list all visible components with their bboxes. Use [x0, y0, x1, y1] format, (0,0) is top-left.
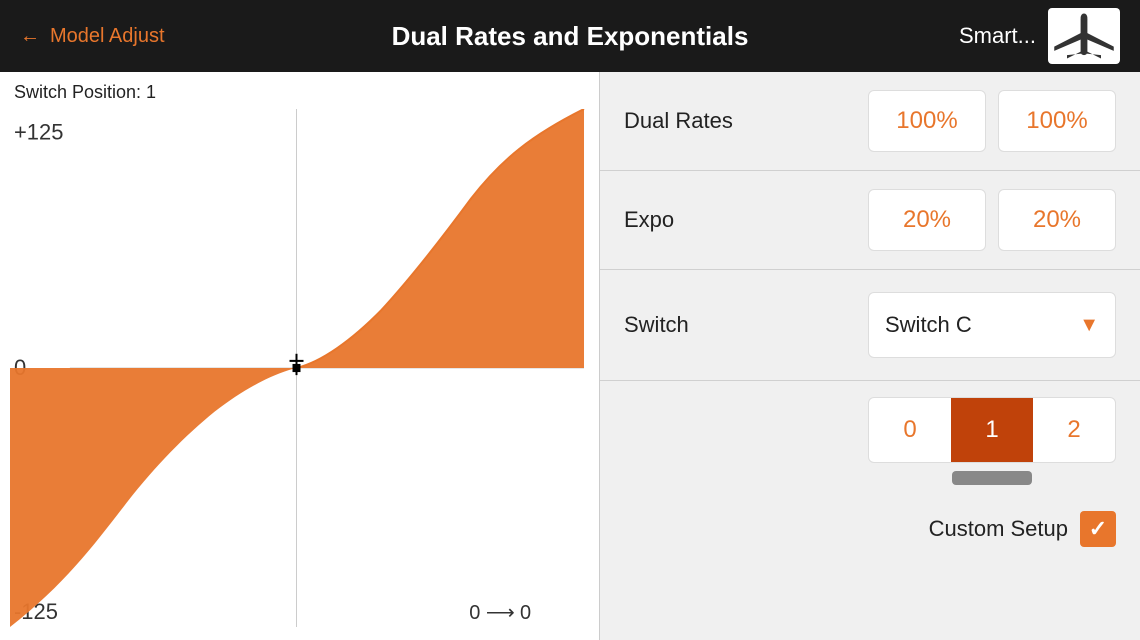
page-title: Dual Rates and Exponentials	[392, 21, 749, 52]
custom-setup-row: Custom Setup ✓	[600, 497, 1140, 561]
switch-dropdown-button[interactable]: Switch C ▼	[868, 292, 1116, 358]
dual-rates-value2[interactable]: 100%	[998, 90, 1116, 152]
switch-pos-1-button[interactable]: 1	[951, 398, 1033, 462]
dual-rates-row: Dual Rates 100% 100%	[600, 72, 1140, 171]
switch-selector-row: 0 1 2	[600, 381, 1140, 471]
custom-setup-label: Custom Setup	[929, 516, 1068, 542]
svg-text:0 ⟶ 0: 0 ⟶ 0	[469, 602, 531, 624]
expo-label: Expo	[624, 207, 784, 233]
dual-rates-label: Dual Rates	[624, 108, 784, 134]
switch-pos-2-button[interactable]: 2	[1033, 398, 1115, 462]
expo-row: Expo 20% 20%	[600, 171, 1140, 270]
switch-row: Switch Switch C ▼	[600, 270, 1140, 381]
dual-rates-value1[interactable]: 100%	[868, 90, 986, 152]
back-label: Model Adjust	[50, 25, 165, 48]
chart-area: +125 0 -125 0 ⟶ 0	[10, 109, 589, 627]
chart-panel: Switch Position: 1 +125 0 -125 0 ⟶ 0	[0, 72, 600, 640]
back-button[interactable]: ← Model Adjust	[20, 25, 165, 48]
back-arrow-icon: ←	[20, 25, 40, 48]
right-panel: Dual Rates 100% 100% Expo 20% 20% Switch…	[600, 72, 1140, 640]
switch-pos-0-button[interactable]: 0	[869, 398, 951, 462]
switch-label: Switch	[624, 312, 784, 338]
switch-indicator-bar	[952, 471, 1032, 485]
custom-setup-checkbox[interactable]: ✓	[1080, 511, 1116, 547]
switch-selected-value: Switch C	[885, 312, 972, 338]
header-right: Smart...	[959, 8, 1120, 64]
expo-value1[interactable]: 20%	[868, 189, 986, 251]
expo-values: 20% 20%	[784, 189, 1116, 251]
checkmark-icon: ✓	[1089, 516, 1107, 542]
switch-position-selector: 0 1 2	[868, 397, 1116, 463]
rate-curve-chart: +125 0 -125 0 ⟶ 0	[10, 109, 589, 627]
switch-dropdown-container: Switch C ▼	[784, 292, 1116, 358]
model-icon[interactable]	[1048, 8, 1120, 64]
switch-indicator-row	[600, 471, 1140, 497]
dual-rates-values: 100% 100%	[784, 90, 1116, 152]
airplane-image	[1050, 12, 1118, 60]
header: ← Model Adjust Dual Rates and Exponentia…	[0, 0, 1140, 72]
switch-position-label: Switch Position: 1	[10, 82, 589, 103]
dropdown-arrow-icon: ▼	[1079, 314, 1099, 337]
expo-value2[interactable]: 20%	[998, 189, 1116, 251]
svg-text:+125: +125	[14, 119, 63, 144]
model-name: Smart...	[959, 23, 1036, 49]
main-content: Switch Position: 1 +125 0 -125 0 ⟶ 0	[0, 72, 1140, 640]
